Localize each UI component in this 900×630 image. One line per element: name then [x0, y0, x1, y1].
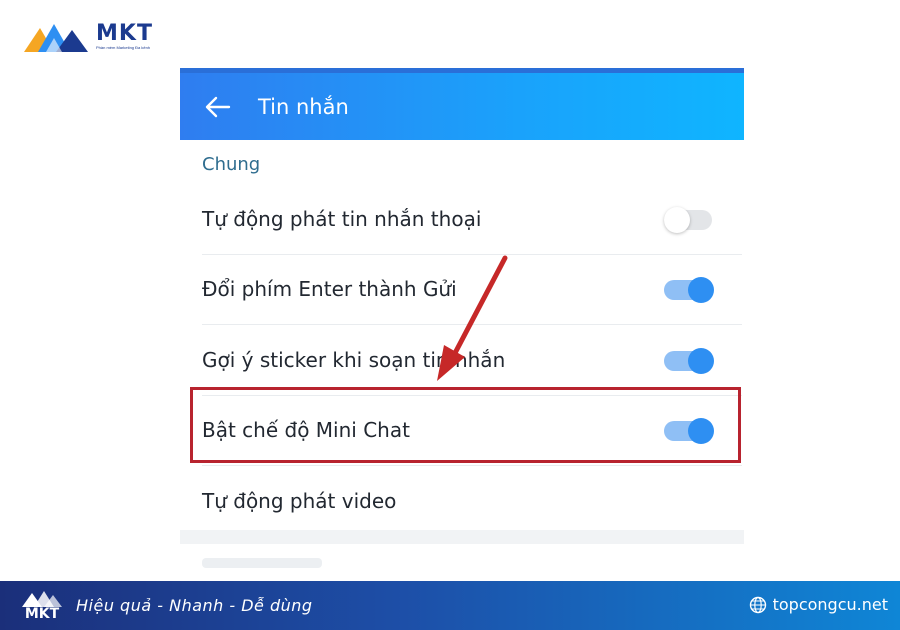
- setting-enter-to-send[interactable]: Đổi phím Enter thành Gửi: [202, 255, 742, 325]
- footer-website[interactable]: topcongcu.net: [749, 595, 888, 614]
- messages-settings-screen: Tin nhắn Chung Tự động phát tin nhắn tho…: [180, 68, 744, 580]
- mini-chat-toggle[interactable]: [664, 418, 714, 445]
- app-bar: Tin nhắn: [180, 68, 744, 140]
- setting-mini-chat[interactable]: Bật chế độ Mini Chat: [202, 396, 742, 466]
- setting-label: Tự động phát tin nhắn thoại: [202, 206, 482, 231]
- section-header-general: Chung: [202, 154, 261, 175]
- setting-label: Gợi ý sticker khi soạn tin nhắn: [202, 347, 506, 372]
- section-divider: [180, 530, 744, 544]
- arrow-left-icon[interactable]: [204, 93, 232, 121]
- brand-logo: MKT Phần mềm Marketing Đa kênh: [24, 22, 153, 52]
- globe-icon: [749, 596, 766, 613]
- footer-logo: MKT: [18, 590, 66, 622]
- setting-label: Tự động phát video: [202, 488, 397, 513]
- next-section-header: [202, 558, 322, 568]
- page-title: Tin nhắn: [258, 94, 349, 119]
- footer-banner: MKT Hiệu quả - Nhanh - Dễ dùng topcongcu…: [0, 581, 900, 630]
- setting-sticker-suggestion[interactable]: Gợi ý sticker khi soạn tin nhắn: [202, 325, 742, 396]
- setting-label: Đổi phím Enter thành Gửi: [202, 277, 457, 302]
- mkt-logo-icon: [22, 590, 62, 607]
- brand-name: MKT: [96, 21, 153, 46]
- setting-label: Bật chế độ Mini Chat: [202, 418, 410, 443]
- sticker-suggestion-toggle[interactable]: [664, 347, 714, 374]
- enter-to-send-toggle[interactable]: [664, 277, 714, 304]
- auto-play-voice-toggle[interactable]: [664, 206, 714, 233]
- website-url[interactable]: topcongcu.net: [773, 595, 888, 614]
- setting-auto-play-voice[interactable]: Tự động phát tin nhắn thoại: [202, 184, 742, 255]
- footer-logo-text: MKT: [24, 605, 60, 622]
- setting-auto-play-video[interactable]: Tự động phát video: [202, 466, 742, 537]
- footer-slogan: Hiệu quả - Nhanh - Dễ dùng: [76, 596, 313, 615]
- brand-tagline: Phần mềm Marketing Đa kênh: [96, 45, 151, 50]
- mkt-logo-icon: [24, 24, 88, 52]
